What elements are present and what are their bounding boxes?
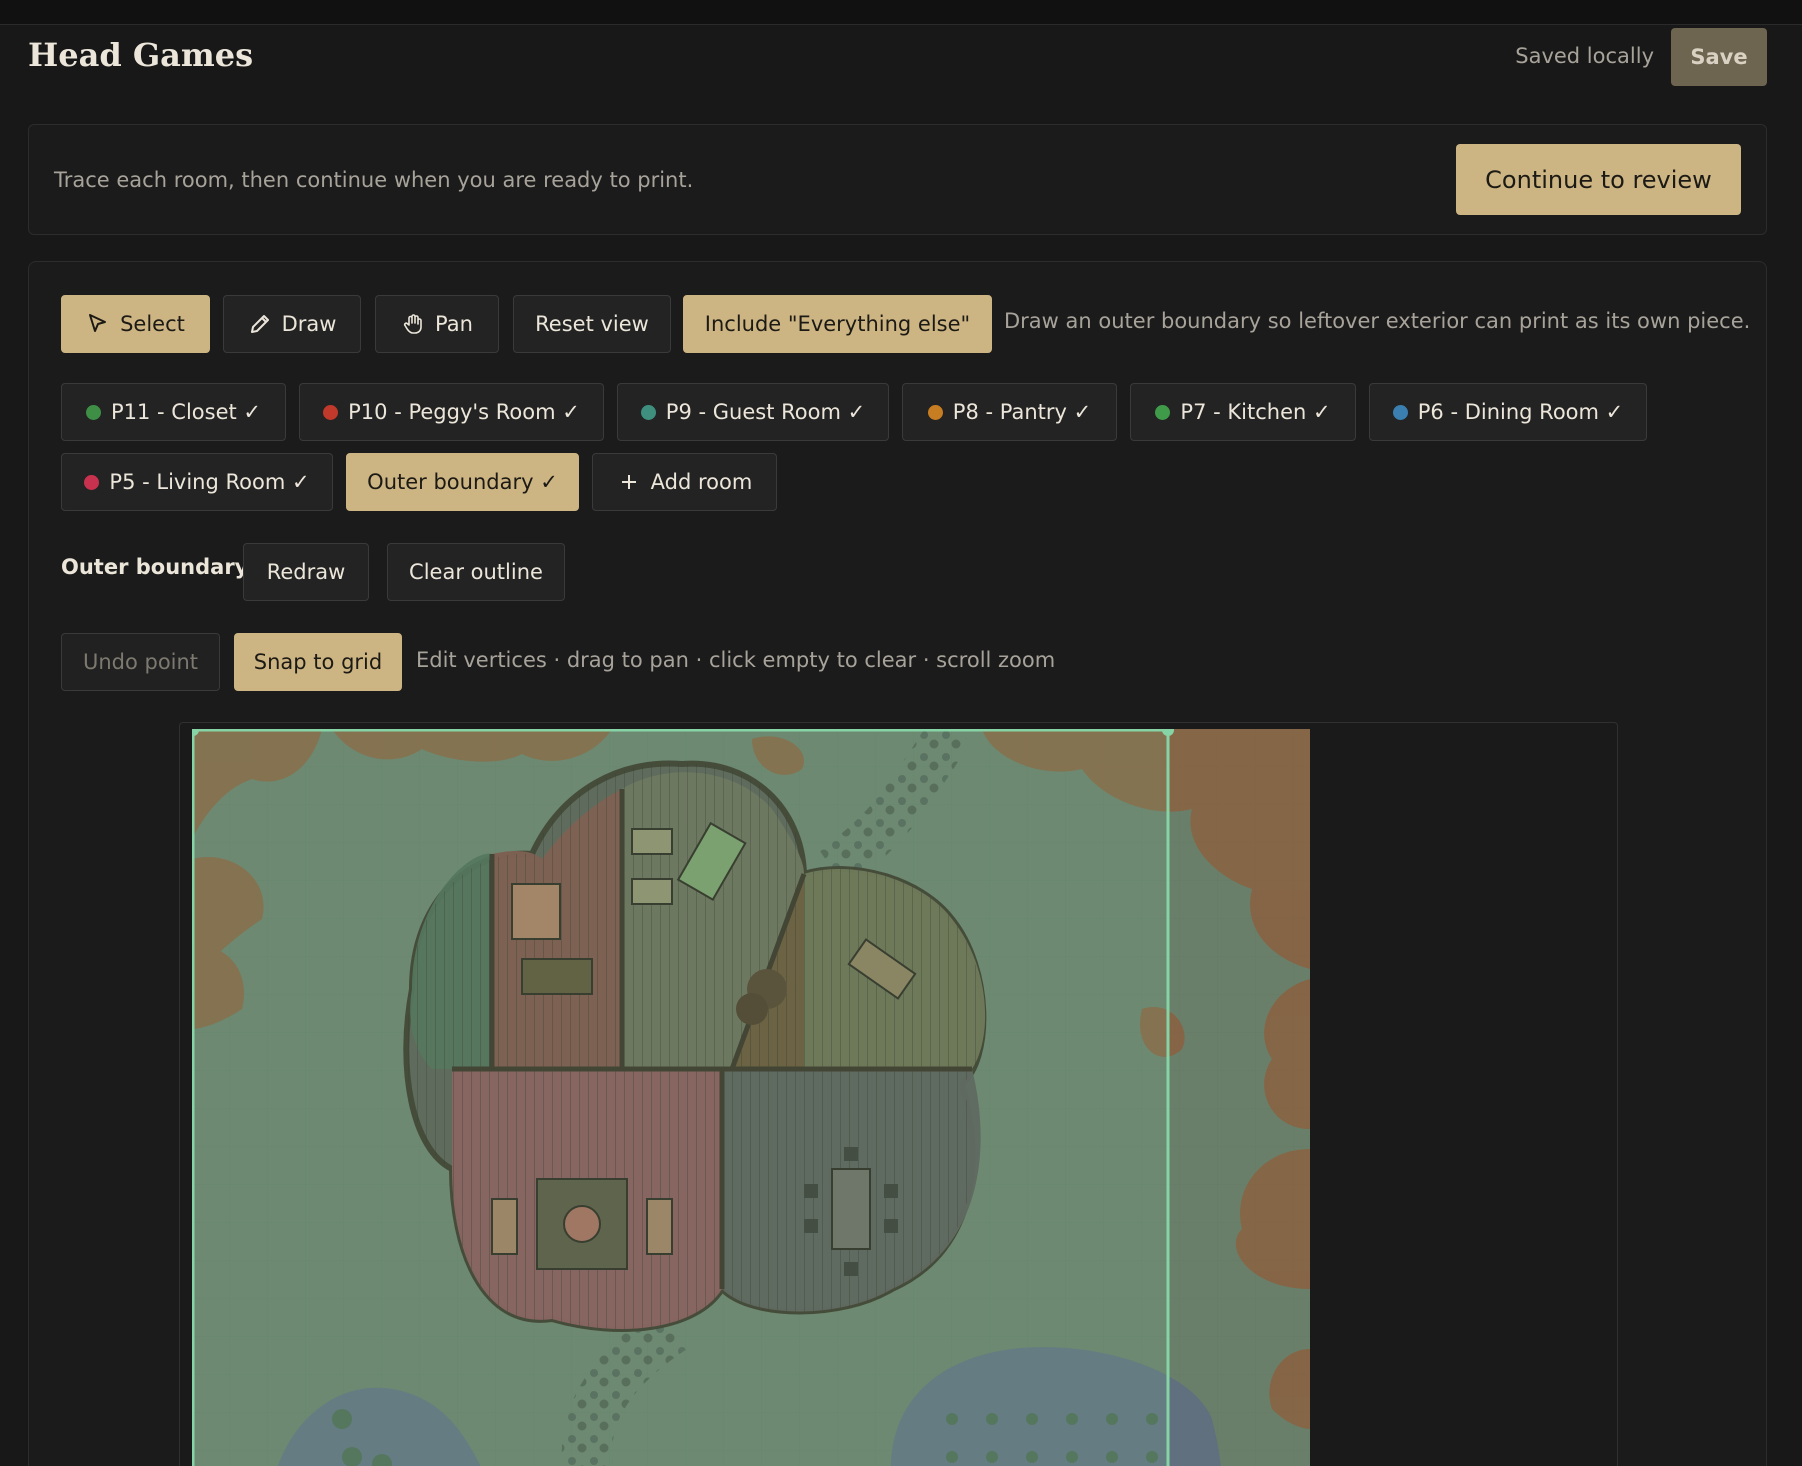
app-title: Head Games (28, 36, 254, 74)
room-color-dot (84, 474, 100, 490)
room-color-dot (640, 404, 656, 420)
instructions-text: Trace each room, then continue when you … (54, 168, 694, 192)
top-bar (0, 0, 1802, 25)
reset-view-button[interactable]: Reset view (513, 295, 671, 353)
room-color-dot (927, 404, 943, 420)
room-chip-label: P11 - Closet ✓ (110, 400, 262, 424)
room-chip-p11-closet[interactable]: P11 - Closet ✓ (61, 383, 286, 441)
include-everything-else-toggle[interactable]: Include "Everything else" (683, 295, 992, 353)
include-hint: Draw an outer boundary so leftover exter… (1004, 309, 1751, 333)
room-chip-label: P6 - Dining Room ✓ (1417, 400, 1624, 424)
add-room-button[interactable]: Add room (592, 453, 777, 511)
room-chip-label: P5 - Living Room ✓ (109, 470, 310, 494)
cursor-arrow-icon (89, 314, 107, 332)
select-tool-button[interactable]: Select (61, 295, 210, 353)
room-chip-p6-dining-room[interactable]: P6 - Dining Room ✓ (1369, 383, 1647, 441)
room-chip-p10-peggys-room[interactable]: P10 - Peggy's Room ✓ (299, 383, 604, 441)
room-color-dot (1155, 404, 1171, 420)
undo-point-button[interactable]: Undo point (61, 633, 220, 691)
room-chip-label: P9 - Guest Room ✓ (665, 400, 866, 424)
redraw-button[interactable]: Redraw (243, 543, 369, 601)
plus-icon (621, 475, 636, 489)
map-canvas[interactable] (179, 722, 1618, 1466)
pan-tool-button[interactable]: Pan (375, 295, 499, 353)
room-color-dot (85, 404, 101, 420)
continue-to-review-button[interactable]: Continue to review (1456, 144, 1741, 215)
save-status: Saved locally (1515, 44, 1654, 68)
draw-tool-button[interactable]: Draw (223, 295, 361, 353)
add-room-label: Add room (650, 470, 753, 494)
room-color-dot (323, 404, 339, 420)
room-chip-label: P7 - Kitchen ✓ (1180, 400, 1331, 424)
room-chip-p7-kitchen[interactable]: P7 - Kitchen ✓ (1130, 383, 1356, 441)
room-chip-outer-boundary[interactable]: Outer boundary ✓ (346, 453, 579, 511)
room-chip-p8-pantry[interactable]: P8 - Pantry ✓ (902, 383, 1117, 441)
pan-tool-label: Pan (435, 312, 473, 336)
clear-outline-button[interactable]: Clear outline (387, 543, 565, 601)
room-chip-p9-guest-room[interactable]: P9 - Guest Room ✓ (617, 383, 889, 441)
save-button[interactable]: Save (1671, 28, 1767, 86)
room-chip-p5-living-room[interactable]: P5 - Living Room ✓ (61, 453, 333, 511)
room-color-dot (1392, 404, 1408, 420)
edit-hint: Edit vertices · drag to pan · click empt… (416, 648, 1056, 672)
select-tool-label: Select (120, 312, 185, 336)
draw-tool-label: Draw (281, 312, 337, 336)
room-chip-label: P8 - Pantry ✓ (952, 400, 1092, 424)
floorplan-map[interactable] (192, 729, 1310, 1466)
pencil-icon (250, 315, 269, 333)
hand-icon (404, 314, 422, 334)
room-chip-label: P10 - Peggy's Room ✓ (348, 400, 580, 424)
outer-boundary-fill (192, 729, 1168, 1466)
instructions-card: Trace each room, then continue when you … (28, 124, 1767, 235)
selected-shape-name: Outer boundary (61, 555, 249, 579)
snap-to-grid-toggle[interactable]: Snap to grid (234, 633, 402, 691)
